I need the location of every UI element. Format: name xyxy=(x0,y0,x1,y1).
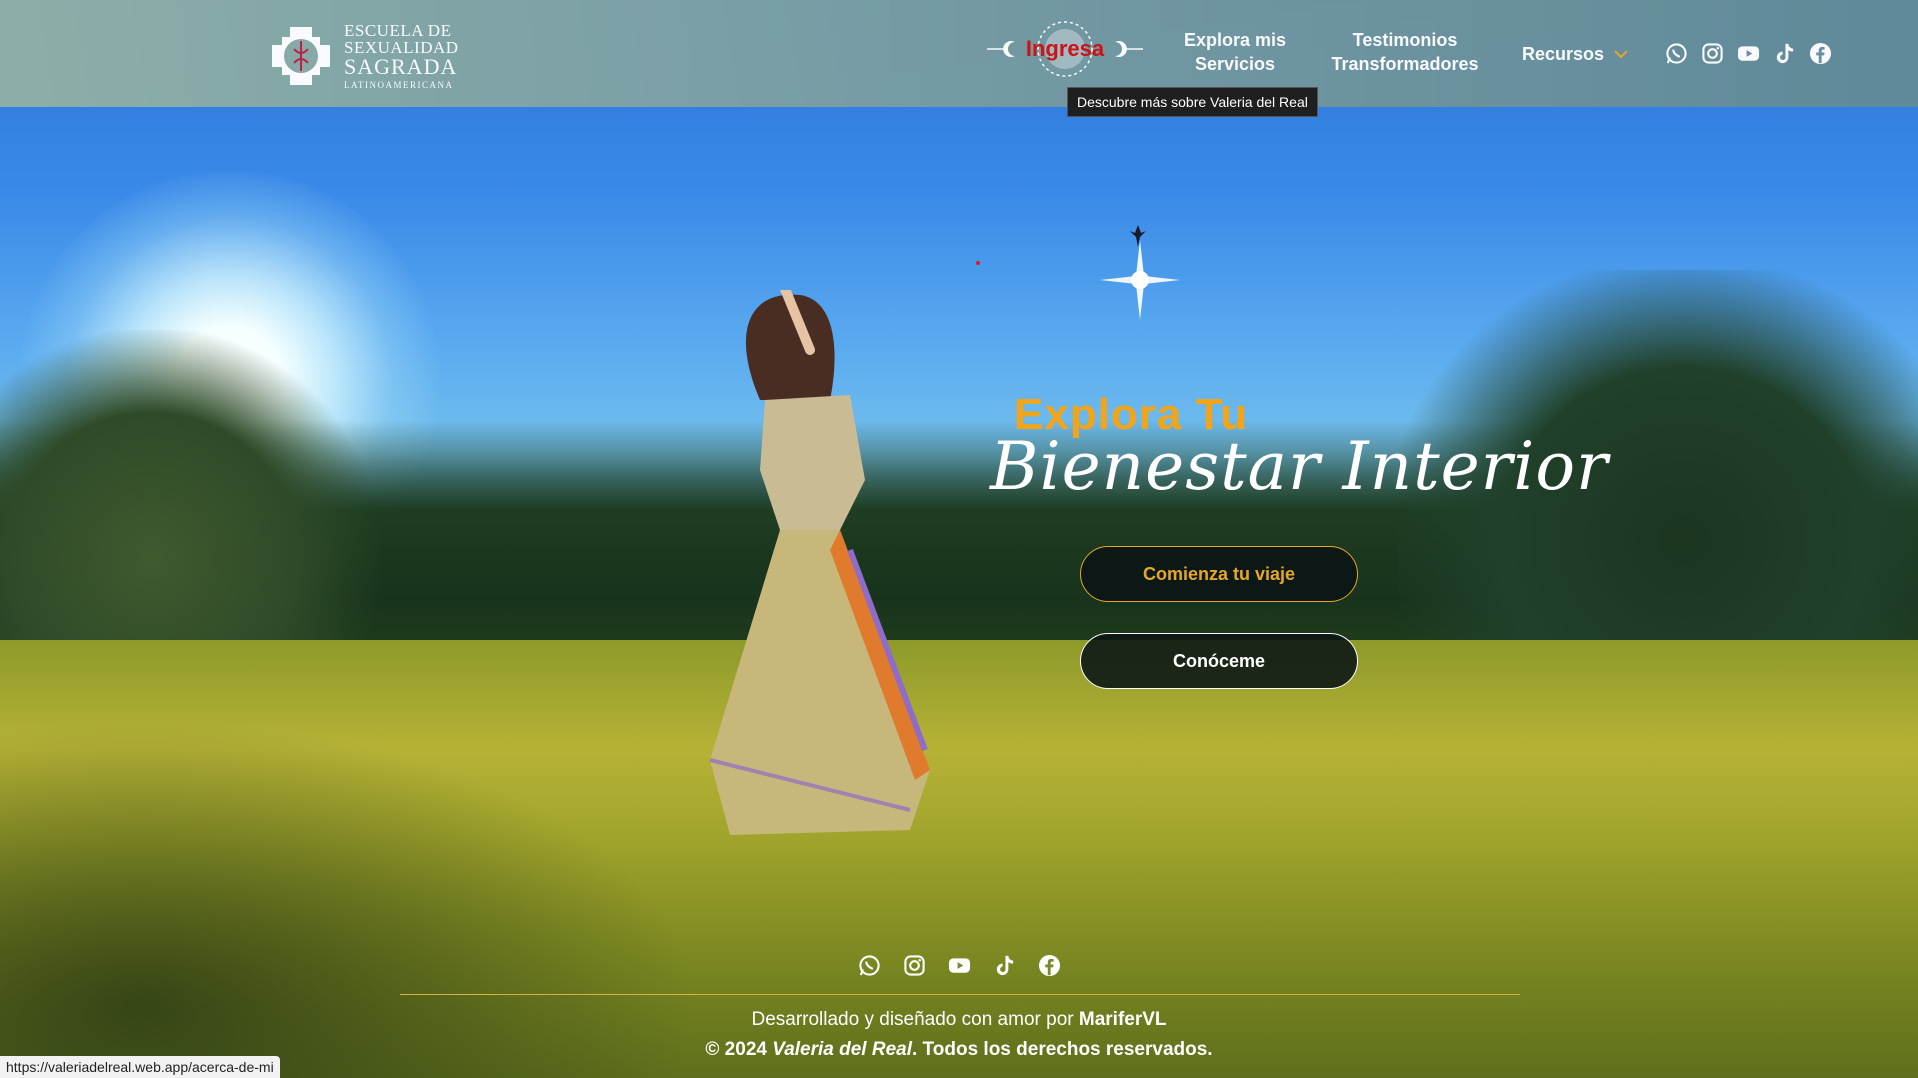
nav-testimonials-link[interactable]: Testimonios Transformadores xyxy=(1325,28,1485,76)
footer-divider xyxy=(400,994,1520,995)
nav-services-link[interactable]: Explora mis Servicios xyxy=(1180,28,1290,76)
header-social-links xyxy=(1665,42,1832,65)
facebook-icon[interactable] xyxy=(1038,954,1061,977)
youtube-icon[interactable] xyxy=(948,954,971,977)
logo-mark-icon xyxy=(272,27,330,85)
nav-resources-label: Recursos xyxy=(1522,44,1605,64)
brand-line-1: ESCUELA DE xyxy=(344,21,452,40)
whatsapp-icon[interactable] xyxy=(1665,42,1688,65)
footer-copyright: © 2024 Valeria del Real. Todos los derec… xyxy=(0,1039,1918,1061)
woman-figure xyxy=(709,290,930,835)
brand-line-4: LATINOAMERICANA xyxy=(344,80,454,90)
footer-credit-author: MariferVL xyxy=(1078,1009,1167,1030)
red-dot xyxy=(976,261,980,265)
footer-copyright-prefix: © 2024 xyxy=(705,1039,773,1060)
about-me-button[interactable]: Conóceme xyxy=(1080,633,1358,689)
start-journey-button[interactable]: Comienza tu viaje xyxy=(1080,546,1358,602)
hero-title-line-2: Bienestar Interior xyxy=(990,428,1609,505)
about-tooltip: Descubre más sobre Valeria del Real xyxy=(1067,87,1318,117)
footer-copyright-suffix: . Todos los derechos reservados. xyxy=(912,1039,1213,1060)
sparkle-star xyxy=(1100,240,1180,320)
tiktok-icon[interactable] xyxy=(993,954,1016,977)
nav-services-line-1: Explora mis xyxy=(1183,30,1287,50)
nav-testimonials-line-2: Transformadores xyxy=(1331,54,1479,74)
chevron-down-icon xyxy=(1614,50,1628,59)
logo-wordmark: ESCUELA DE SEXUALIDAD SAGRADA LATINOAMER… xyxy=(344,22,459,90)
brand-line-3: SAGRADA xyxy=(344,54,458,79)
nav-resources-dropdown[interactable]: Recursos xyxy=(1522,42,1628,66)
facebook-icon[interactable] xyxy=(1809,42,1832,65)
login-label: Ingresa xyxy=(1025,36,1105,61)
instagram-icon[interactable] xyxy=(1701,42,1724,65)
login-button[interactable]: Ingresa xyxy=(985,20,1145,78)
bird-silhouette xyxy=(1130,225,1146,247)
hero-background-image xyxy=(0,0,1918,1078)
site-header: ESCUELA DE SEXUALIDAD SAGRADA LATINOAMER… xyxy=(0,0,1918,107)
nav-services-line-2: Servicios xyxy=(1194,54,1276,74)
footer-copyright-owner: Valeria del Real xyxy=(772,1039,912,1060)
browser-status-url: https://valeriadelreal.web.app/acerca-de… xyxy=(0,1056,280,1078)
brand-logo[interactable]: ESCUELA DE SEXUALIDAD SAGRADA LATINOAMER… xyxy=(270,22,459,90)
nav-testimonials-line-1: Testimonios xyxy=(1352,30,1458,50)
footer-credit-prefix: Desarrollado y diseñado con amor por xyxy=(751,1009,1079,1030)
footer-social-links xyxy=(858,954,1061,977)
youtube-icon[interactable] xyxy=(1737,42,1760,65)
whatsapp-icon[interactable] xyxy=(858,954,881,977)
tiktok-icon[interactable] xyxy=(1773,42,1796,65)
instagram-icon[interactable] xyxy=(903,954,926,977)
footer-credit: Desarrollado y diseñado con amor por Mar… xyxy=(0,1009,1918,1031)
